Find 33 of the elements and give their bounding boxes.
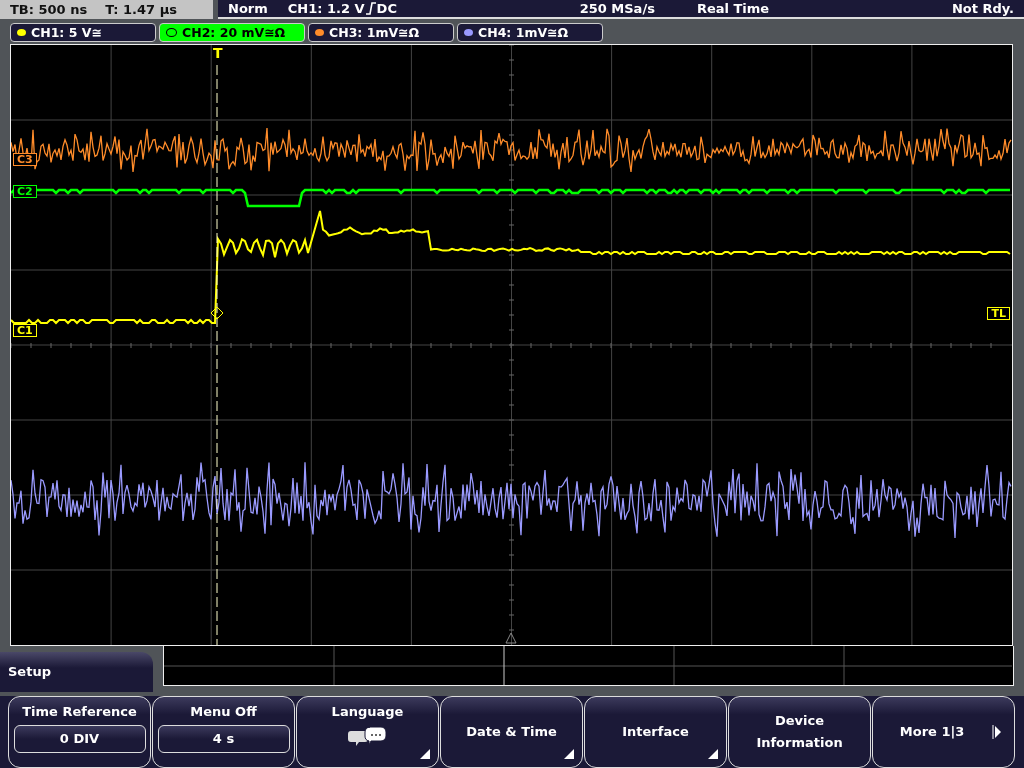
- menu-button[interactable]: Time Reference 0 DIV: [8, 696, 151, 768]
- menu-button[interactable]: Menu Off 4 s: [152, 696, 295, 768]
- coupling-text: DC: [376, 0, 397, 16]
- menu-button[interactable]: More 1|3: [872, 696, 1015, 768]
- arrow-right-icon: [992, 725, 1002, 739]
- menu-button[interactable]: Interface: [584, 696, 727, 768]
- submenu-icon: [420, 749, 430, 759]
- trigger-level-marker[interactable]: TL: [987, 306, 1010, 320]
- channel-tab[interactable]: CH4: 1mV≅Ω: [457, 22, 603, 42]
- speech-bubbles-icon: [347, 725, 388, 747]
- channel-tab[interactable]: CH2: 20 mV≅Ω: [159, 22, 305, 42]
- submenu-icon: [564, 749, 574, 759]
- trigger-time-text: T: 1.47 µs: [105, 1, 177, 17]
- trigger-marker[interactable]: T: [210, 47, 226, 59]
- value-field[interactable]: 4 s: [157, 725, 290, 753]
- menu-button[interactable]: Date & Time: [440, 696, 583, 768]
- menu-button[interactable]: Language: [296, 696, 439, 768]
- rising-edge-icon: [365, 1, 376, 15]
- submenu-icon: [708, 749, 718, 759]
- trigger-mode-text: Norm: [228, 0, 268, 16]
- acquisition-mode-text: Real Time: [696, 0, 770, 16]
- channel-tab[interactable]: CH1: 5 V≅: [10, 22, 156, 42]
- channel-tab[interactable]: CH3: 1mV≅Ω: [308, 22, 454, 42]
- trigger-point-icon: [210, 306, 224, 319]
- menu-button[interactable]: Device Information: [728, 696, 871, 768]
- acquisition-state-text: Not Rdy.: [951, 0, 1014, 16]
- value-field[interactable]: 0 DIV: [13, 725, 146, 753]
- sample-rate-text: 250 MSa/s: [579, 0, 655, 16]
- channel-marker[interactable]: C3: [13, 152, 37, 166]
- timebase-text: TB: 500 ns: [10, 1, 88, 17]
- trigger-position-icon: [505, 632, 517, 643]
- channel-marker[interactable]: C2: [13, 184, 37, 198]
- trigger-source-text: CH1: 1.2 V: [287, 0, 365, 16]
